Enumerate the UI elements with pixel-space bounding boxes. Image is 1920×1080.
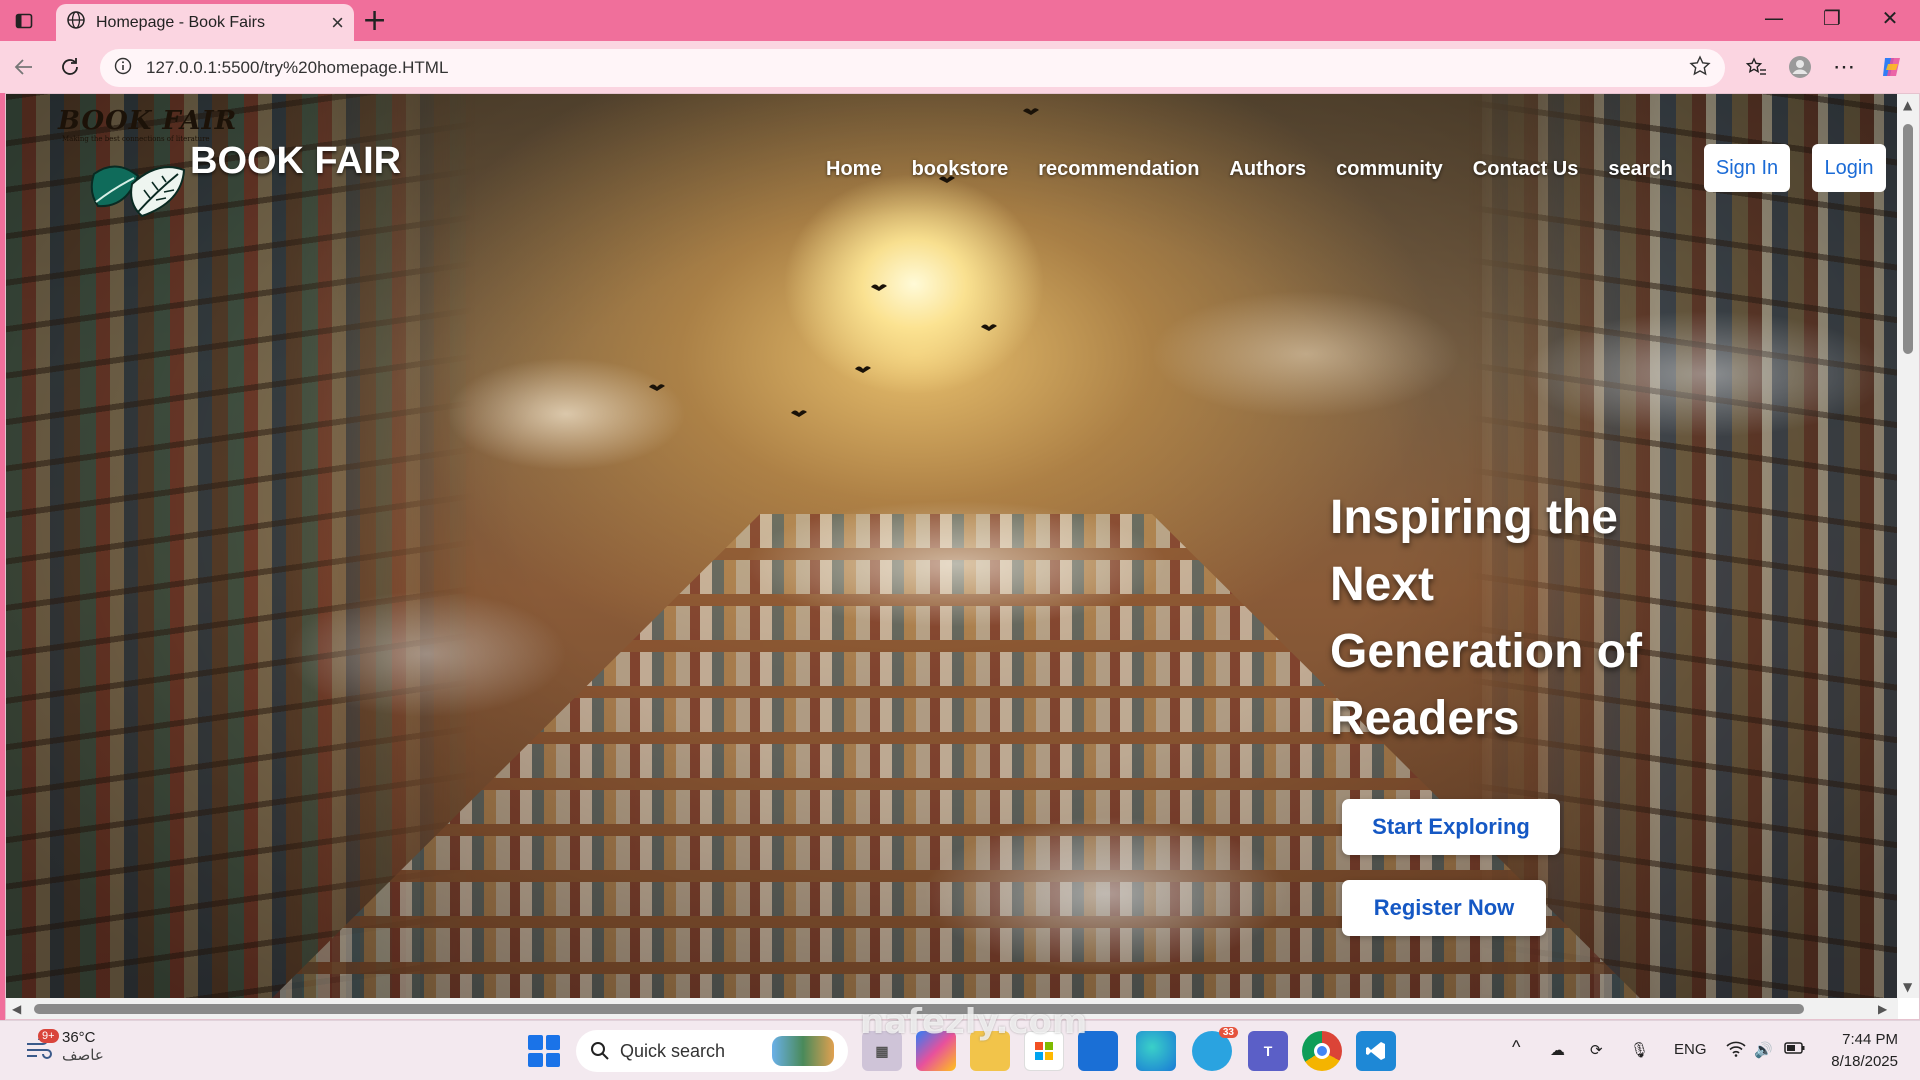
telegram-icon[interactable]: 33 <box>1192 1027 1238 1071</box>
language-indicator[interactable]: ENG <box>1674 1041 1707 1058</box>
browser-toolbar: 127.0.0.1:5500/try%20homepage.HTML ⋯ <box>0 41 1920 93</box>
profile-icon[interactable] <box>1786 53 1814 81</box>
scroll-down-icon[interactable]: ▼ <box>1903 980 1912 994</box>
nav-search[interactable]: search <box>1608 158 1673 181</box>
more-menu-icon[interactable]: ⋯ <box>1830 53 1858 81</box>
volume-icon[interactable]: 🔊 <box>1754 1041 1773 1059</box>
bird-icon <box>981 324 997 331</box>
hero-headline: Inspiring the Next Generation of Readers <box>1330 484 1690 752</box>
search-icon <box>591 1042 609 1060</box>
logo-tagline: Making the best connections of literatur… <box>62 135 210 143</box>
brand-name: BOOK FAIR <box>190 140 402 182</box>
scroll-right-icon[interactable]: ▶ <box>1878 1002 1887 1016</box>
site-nav: Home bookstore recommendation Authors co… <box>826 158 1673 181</box>
hero-headline-line: Readers <box>1330 692 1520 745</box>
address-bar[interactable]: 127.0.0.1:5500/try%20homepage.HTML <box>100 49 1725 87</box>
clock-time: 7:44 PM <box>1842 1031 1898 1048</box>
tab-strip: Homepage - Book Fairs × + — ❐ ✕ <box>0 0 1920 41</box>
chrome-icon[interactable] <box>1302 1031 1342 1071</box>
wifi-icon[interactable] <box>1726 1041 1746 1061</box>
windows-logo-pane <box>528 1035 543 1050</box>
start-exploring-button[interactable]: Start Exploring <box>1342 799 1560 855</box>
scroll-left-icon[interactable]: ◀ <box>12 1002 21 1016</box>
favorites-icon[interactable] <box>1742 53 1770 81</box>
edge-icon[interactable] <box>1136 1031 1176 1071</box>
nav-community[interactable]: community <box>1336 158 1443 181</box>
chrome-center-icon <box>1314 1043 1330 1059</box>
leaf-logo-icon <box>90 165 186 218</box>
sign-in-button[interactable]: Sign In <box>1704 144 1790 192</box>
search-highlight-icon <box>772 1036 834 1066</box>
mic-muted-icon[interactable]: 🎙 <box>1630 1041 1649 1059</box>
windows-logo-pane <box>545 1035 560 1050</box>
vscode-icon[interactable] <box>1356 1031 1396 1071</box>
close-window-icon[interactable]: ✕ <box>1870 6 1910 30</box>
hero-section: BOOK FAIR Making the best connections of… <box>6 94 1898 998</box>
windows-logo-pane <box>528 1052 543 1067</box>
nav-contact-us[interactable]: Contact Us <box>1473 158 1579 181</box>
tray-overflow-icon[interactable]: ^ <box>1512 1037 1520 1058</box>
onedrive-icon[interactable]: ☁ <box>1550 1041 1565 1059</box>
telegram-badge: 33 <box>1218 1027 1238 1038</box>
register-now-button[interactable]: Register Now <box>1342 880 1546 936</box>
site-info-icon[interactable] <box>114 57 132 80</box>
copilot-icon[interactable] <box>1878 53 1906 81</box>
tab-actions-icon[interactable] <box>10 8 38 34</box>
login-button[interactable]: Login <box>1812 144 1886 192</box>
nav-home[interactable]: Home <box>826 158 882 181</box>
system-clock[interactable]: 7:44 PM 8/18/2025 <box>1831 1029 1898 1073</box>
tab-title: Homepage - Book Fairs <box>96 13 265 31</box>
weather-temp: 36°C <box>62 1029 96 1046</box>
windows-logo-pane <box>545 1052 560 1067</box>
nav-bookstore[interactable]: bookstore <box>912 158 1009 181</box>
battery-icon[interactable] <box>1784 1041 1806 1059</box>
clock-date: 8/18/2025 <box>1831 1053 1898 1070</box>
script-logo: BOOK FAIR <box>58 106 238 136</box>
active-tab[interactable]: Homepage - Book Fairs × <box>56 4 354 41</box>
bird-icon <box>791 410 807 417</box>
minimize-icon[interactable]: — <box>1754 6 1794 30</box>
weather-condition: عاصف <box>62 1047 104 1064</box>
page-viewport: BOOK FAIR Making the best connections of… <box>5 93 1920 1020</box>
favorite-star-icon[interactable] <box>1689 54 1711 82</box>
vertical-scrollbar[interactable]: ▲ ▼ <box>1897 94 1919 998</box>
url-text: 127.0.0.1:5500/try%20homepage.HTML <box>146 58 449 77</box>
weather-widget[interactable]: 36°C عاصف <box>24 1029 104 1064</box>
restore-icon[interactable]: ❐ <box>1812 6 1852 30</box>
hero-headline-line: Next <box>1330 558 1435 611</box>
nav-recommendation[interactable]: recommendation <box>1038 158 1199 181</box>
watermark: nafezly.com <box>860 1002 1088 1042</box>
hero-headline-line: Inspiring the <box>1330 491 1618 544</box>
globe-icon <box>66 10 86 35</box>
vertical-scroll-thumb[interactable] <box>1903 124 1913 354</box>
bird-icon <box>855 366 871 373</box>
nav-authors[interactable]: Authors <box>1229 158 1306 181</box>
start-button[interactable] <box>528 1035 560 1067</box>
notification-badge: 9+ <box>38 1029 59 1043</box>
refresh-icon[interactable] <box>54 51 86 83</box>
sync-icon[interactable]: ⟳ <box>1590 1041 1603 1059</box>
bird-icon <box>871 284 887 291</box>
taskbar-search[interactable]: Quick search <box>576 1030 848 1072</box>
hero-headline-line: Generation of <box>1330 625 1643 678</box>
close-tab-icon[interactable]: × <box>331 11 344 34</box>
new-tab-icon[interactable]: + <box>362 6 387 36</box>
bird-icon <box>1023 108 1039 115</box>
scroll-up-icon[interactable]: ▲ <box>1903 98 1912 112</box>
bird-icon <box>649 384 665 391</box>
back-icon[interactable] <box>8 51 40 83</box>
teams-icon[interactable]: T <box>1248 1031 1288 1071</box>
search-label: Quick search <box>620 1040 726 1061</box>
